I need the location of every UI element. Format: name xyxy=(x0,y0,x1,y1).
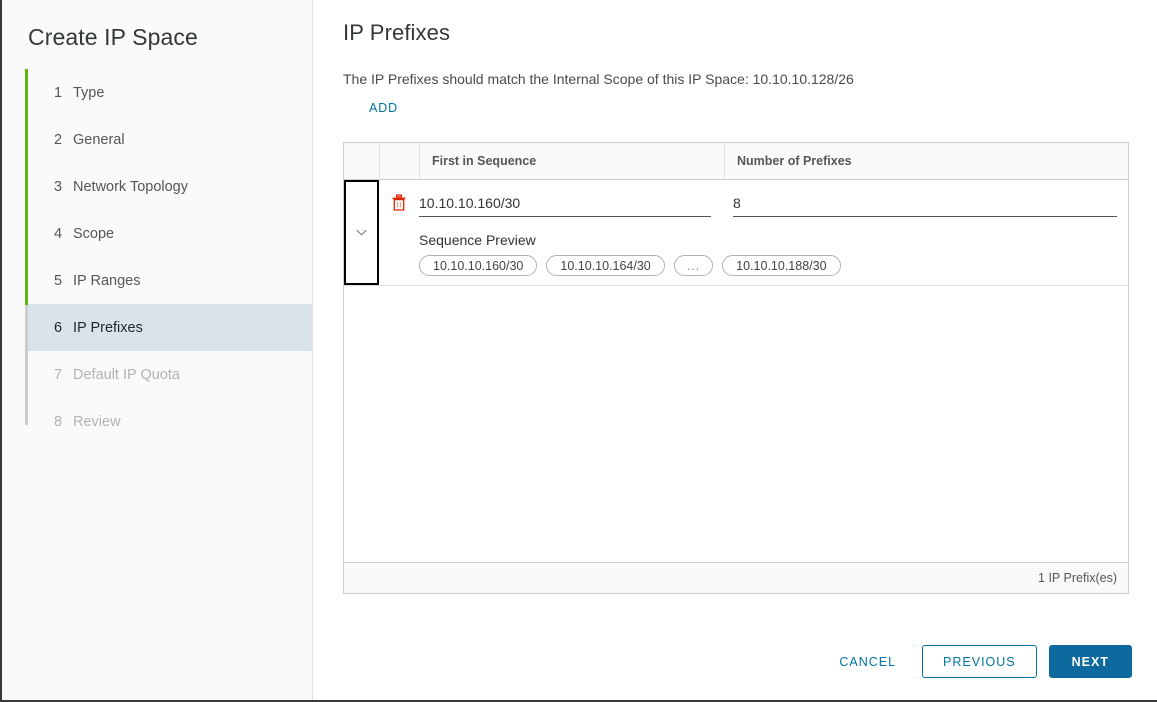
page-description: The IP Prefixes should match the Interna… xyxy=(343,71,854,87)
step-label: Default IP Quota xyxy=(73,366,180,383)
step-number: 5 xyxy=(54,272,63,289)
number-of-prefixes-input[interactable] xyxy=(733,193,1117,217)
sequence-preview-chips: 10.10.10.160/30 10.10.10.164/30 ... 10.1… xyxy=(419,255,1128,276)
table-footer: 1 IP Prefix(es) xyxy=(344,562,1128,593)
step-number: 2 xyxy=(54,131,63,148)
page-title: IP Prefixes xyxy=(343,20,451,45)
wizard-actions: CANCEL PREVIOUS NEXT xyxy=(825,645,1132,678)
row-inputs xyxy=(419,180,1128,217)
cancel-button[interactable]: CANCEL xyxy=(825,645,910,678)
table-header-row: First in Sequence Number of Prefixes xyxy=(344,142,1128,180)
sequence-preview-chip-ellipsis: ... xyxy=(673,255,714,276)
sidebar-item-general[interactable]: 2 General xyxy=(28,116,313,163)
trash-icon xyxy=(391,194,407,285)
ip-prefixes-table: First in Sequence Number of Prefixes 10.… xyxy=(343,142,1129,594)
step-label: Review xyxy=(73,413,121,430)
sequence-preview-label: Sequence Preview xyxy=(419,232,536,248)
row-count-label: 1 IP Prefix(es) xyxy=(1038,571,1117,585)
first-in-sequence-field xyxy=(419,193,711,217)
table-header-number-of-prefixes: Number of Prefixes xyxy=(724,142,1128,180)
delete-row-button[interactable] xyxy=(379,180,419,285)
previous-button[interactable]: PREVIOUS xyxy=(922,645,1037,678)
table-header-first-in-sequence: First in Sequence xyxy=(419,142,724,180)
create-ip-space-wizard: Create IP Space 1 Type 2 General 3 Netwo… xyxy=(2,0,1157,700)
wizard-content: IP Prefixes The IP Prefixes should match… xyxy=(313,0,1157,700)
add-prefix-button[interactable]: ADD xyxy=(365,99,402,117)
sequence-preview-chip: 10.10.10.160/30 xyxy=(419,255,538,276)
table-row: Sequence Preview 10.10.10.160/30 10.10.1… xyxy=(344,180,1128,286)
step-number: 7 xyxy=(54,366,63,383)
sidebar-item-review: 8 Review xyxy=(28,398,313,445)
step-label: Scope xyxy=(73,225,115,242)
sidebar-item-ip-prefixes[interactable]: 6 IP Prefixes xyxy=(28,304,313,351)
step-label: Network Topology xyxy=(73,178,188,195)
step-number: 1 xyxy=(54,84,63,101)
wizard-title: Create IP Space xyxy=(28,24,198,50)
expand-row-toggle[interactable] xyxy=(344,180,379,285)
step-number: 3 xyxy=(54,178,63,195)
wizard-steps: 1 Type 2 General 3 Network Topology 4 Sc… xyxy=(2,69,313,445)
chevron-down-icon xyxy=(354,225,369,240)
step-label: Type xyxy=(73,84,105,101)
step-number: 8 xyxy=(54,413,63,430)
table-header-delete xyxy=(379,142,419,180)
number-of-prefixes-field xyxy=(711,193,1128,217)
sequence-preview-chip: 10.10.10.164/30 xyxy=(546,255,665,276)
sidebar-item-ip-ranges[interactable]: 5 IP Ranges xyxy=(28,257,313,304)
wizard-sidebar: Create IP Space 1 Type 2 General 3 Netwo… xyxy=(2,0,313,700)
table-header-expand xyxy=(344,143,379,180)
sidebar-item-type[interactable]: 1 Type xyxy=(28,69,313,116)
step-number: 4 xyxy=(54,225,63,242)
step-number: 6 xyxy=(54,319,63,336)
first-in-sequence-input[interactable] xyxy=(419,193,711,217)
step-label: IP Ranges xyxy=(73,272,141,289)
next-button[interactable]: NEXT xyxy=(1048,645,1132,678)
step-label: General xyxy=(73,131,125,148)
sidebar-item-scope[interactable]: 4 Scope xyxy=(28,210,313,257)
sidebar-item-default-ip-quota: 7 Default IP Quota xyxy=(28,351,313,398)
step-label: IP Prefixes xyxy=(73,319,143,336)
sidebar-item-network-topology[interactable]: 3 Network Topology xyxy=(28,163,313,210)
row-body: Sequence Preview 10.10.10.160/30 10.10.1… xyxy=(419,180,1128,285)
sequence-preview-chip: 10.10.10.188/30 xyxy=(722,255,841,276)
